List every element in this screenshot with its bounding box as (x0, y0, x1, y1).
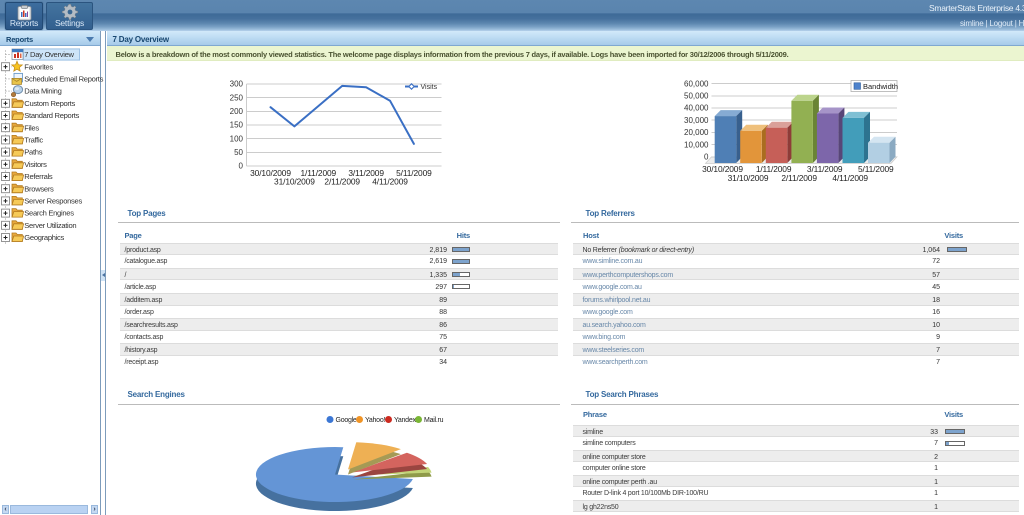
svg-text:2/11/2009: 2/11/2009 (781, 173, 817, 183)
svg-text:250: 250 (230, 93, 244, 102)
svg-text:7 Day Overview: 7 Day Overview (24, 50, 74, 59)
svg-text:Paths: Paths (24, 148, 42, 157)
svg-text:50,000: 50,000 (684, 92, 709, 101)
svg-text:Server Utilization: Server Utilization (24, 221, 76, 230)
svg-text:Google: Google (336, 417, 357, 424)
svg-text:50: 50 (234, 148, 243, 157)
svg-text:Custom Reports: Custom Reports (24, 99, 75, 108)
svg-text:10,000: 10,000 (684, 140, 709, 149)
svg-text:300: 300 (230, 80, 244, 89)
svg-text:Visitors: Visitors (24, 160, 47, 169)
svg-text:Server Responses: Server Responses (24, 197, 82, 206)
svg-text:Visits: Visits (421, 84, 438, 91)
svg-text:20,000: 20,000 (684, 128, 709, 137)
svg-text:Traffic: Traffic (24, 136, 43, 145)
svg-text:Search Engines: Search Engines (24, 209, 74, 218)
svg-text:Favorites: Favorites (24, 62, 53, 71)
svg-text:Yahoo!: Yahoo! (365, 417, 385, 424)
svg-text:60,000: 60,000 (684, 79, 709, 88)
svg-text:Bandwidth: Bandwidth (863, 82, 898, 91)
svg-text:Geographics: Geographics (24, 233, 64, 242)
svg-text:Browsers: Browsers (24, 184, 54, 193)
svg-text:4/11/2009: 4/11/2009 (832, 173, 868, 183)
svg-text:Standard Reports: Standard Reports (24, 111, 79, 120)
svg-text:Yandex: Yandex (394, 417, 416, 424)
svg-text:31/10/2009: 31/10/2009 (274, 176, 315, 186)
svg-text:Scheduled Email Reports: Scheduled Email Reports (24, 75, 103, 84)
svg-text:Files: Files (24, 123, 39, 132)
svg-text:2/11/2009: 2/11/2009 (324, 176, 360, 186)
svg-text:0: 0 (704, 153, 709, 162)
svg-text:31/10/2009: 31/10/2009 (728, 173, 769, 183)
svg-text:100: 100 (230, 134, 244, 143)
svg-text:200: 200 (230, 107, 244, 116)
svg-text:Mail.ru: Mail.ru (424, 417, 444, 424)
svg-text:30,000: 30,000 (684, 116, 709, 125)
svg-text:Referrals: Referrals (24, 172, 53, 181)
svg-text:40,000: 40,000 (684, 104, 709, 113)
svg-text:150: 150 (230, 121, 244, 130)
svg-text:4/11/2009: 4/11/2009 (372, 176, 408, 186)
svg-text:0: 0 (239, 162, 244, 171)
svg-text:Data Mining: Data Mining (24, 87, 61, 96)
